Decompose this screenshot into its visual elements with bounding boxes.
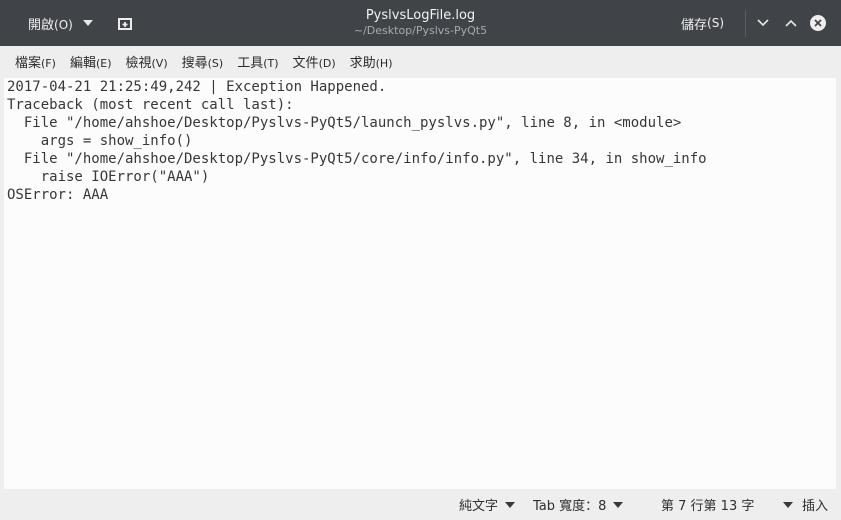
text-content[interactable]: 2017-04-21 21:25:49,242 | Exception Happ… xyxy=(4,78,836,204)
window-title: PyslvsLogFile.log ~/Desktop/Pyslvs-PyQt5 xyxy=(260,7,581,38)
menu-documents[interactable]: 文件(D) xyxy=(286,48,343,76)
chevron-down-icon xyxy=(505,501,516,508)
chevron-down-icon xyxy=(613,501,624,508)
new-tab-icon xyxy=(118,18,132,30)
insert-mode-indicator: 插入 xyxy=(802,499,829,514)
close-icon xyxy=(814,19,822,27)
chevron-down-icon xyxy=(783,501,794,508)
close-button[interactable] xyxy=(810,15,826,31)
cursor-position-selector[interactable]: 第 7 行第 13 字 xyxy=(661,489,794,520)
open-button[interactable]: 開啟(O) xyxy=(14,8,107,38)
syntax-selector[interactable]: 純文字 xyxy=(459,489,516,520)
text-line: Traceback (most recent call last): xyxy=(7,97,294,113)
text-line: args = show_info() xyxy=(7,133,193,149)
tab-width-selector[interactable]: Tab 寬度：8 xyxy=(533,489,624,520)
menu-view[interactable]: 檢視(V) xyxy=(119,48,175,76)
status-bar: 純文字 Tab 寬度：8 第 7 行第 13 字 插入 xyxy=(0,489,841,520)
open-button-label: 開啟(O) xyxy=(28,17,73,33)
menu-edit[interactable]: 編輯(E) xyxy=(63,48,119,76)
text-line: File "/home/ahshoe/Desktop/Pyslvs-PyQt5/… xyxy=(7,115,682,131)
menu-search[interactable]: 搜尋(S) xyxy=(175,48,231,76)
chevron-down-icon xyxy=(82,20,93,26)
maximize-icon xyxy=(785,19,797,27)
maximize-button[interactable] xyxy=(779,11,803,35)
minimize-button[interactable] xyxy=(751,11,775,35)
minimize-icon xyxy=(757,19,769,27)
document-title: PyslvsLogFile.log xyxy=(365,8,476,23)
menu-bar: 檔案(F) 編輯(E) 檢視(V) 搜尋(S) 工具(T) 文件(D) 求助(H… xyxy=(0,46,841,78)
save-button[interactable]: 儲存 (S) xyxy=(670,8,735,38)
document-path: ~/Desktop/Pyslvs-PyQt5 xyxy=(353,24,488,37)
menu-help[interactable]: 求助(H) xyxy=(343,48,400,76)
text-line: raise IOError("AAA") xyxy=(7,169,210,185)
header-bar: 開啟(O) PyslvsLogFile.log ~/Desktop/Pyslvs… xyxy=(0,0,841,46)
text-line: File "/home/ahshoe/Desktop/Pyslvs-PyQt5/… xyxy=(7,151,707,167)
text-line: OSError: AAA xyxy=(7,187,109,203)
menu-file[interactable]: 檔案(F) xyxy=(8,48,63,76)
new-tab-button[interactable] xyxy=(110,8,140,38)
text-line: 2017-04-21 21:25:49,242 | Exception Happ… xyxy=(7,79,387,95)
menu-tools[interactable]: 工具(T) xyxy=(230,48,285,76)
text-editor[interactable]: 2017-04-21 21:25:49,242 | Exception Happ… xyxy=(4,78,836,489)
header-separator xyxy=(745,10,746,37)
gedit-window: 開啟(O) PyslvsLogFile.log ~/Desktop/Pyslvs… xyxy=(0,0,841,520)
